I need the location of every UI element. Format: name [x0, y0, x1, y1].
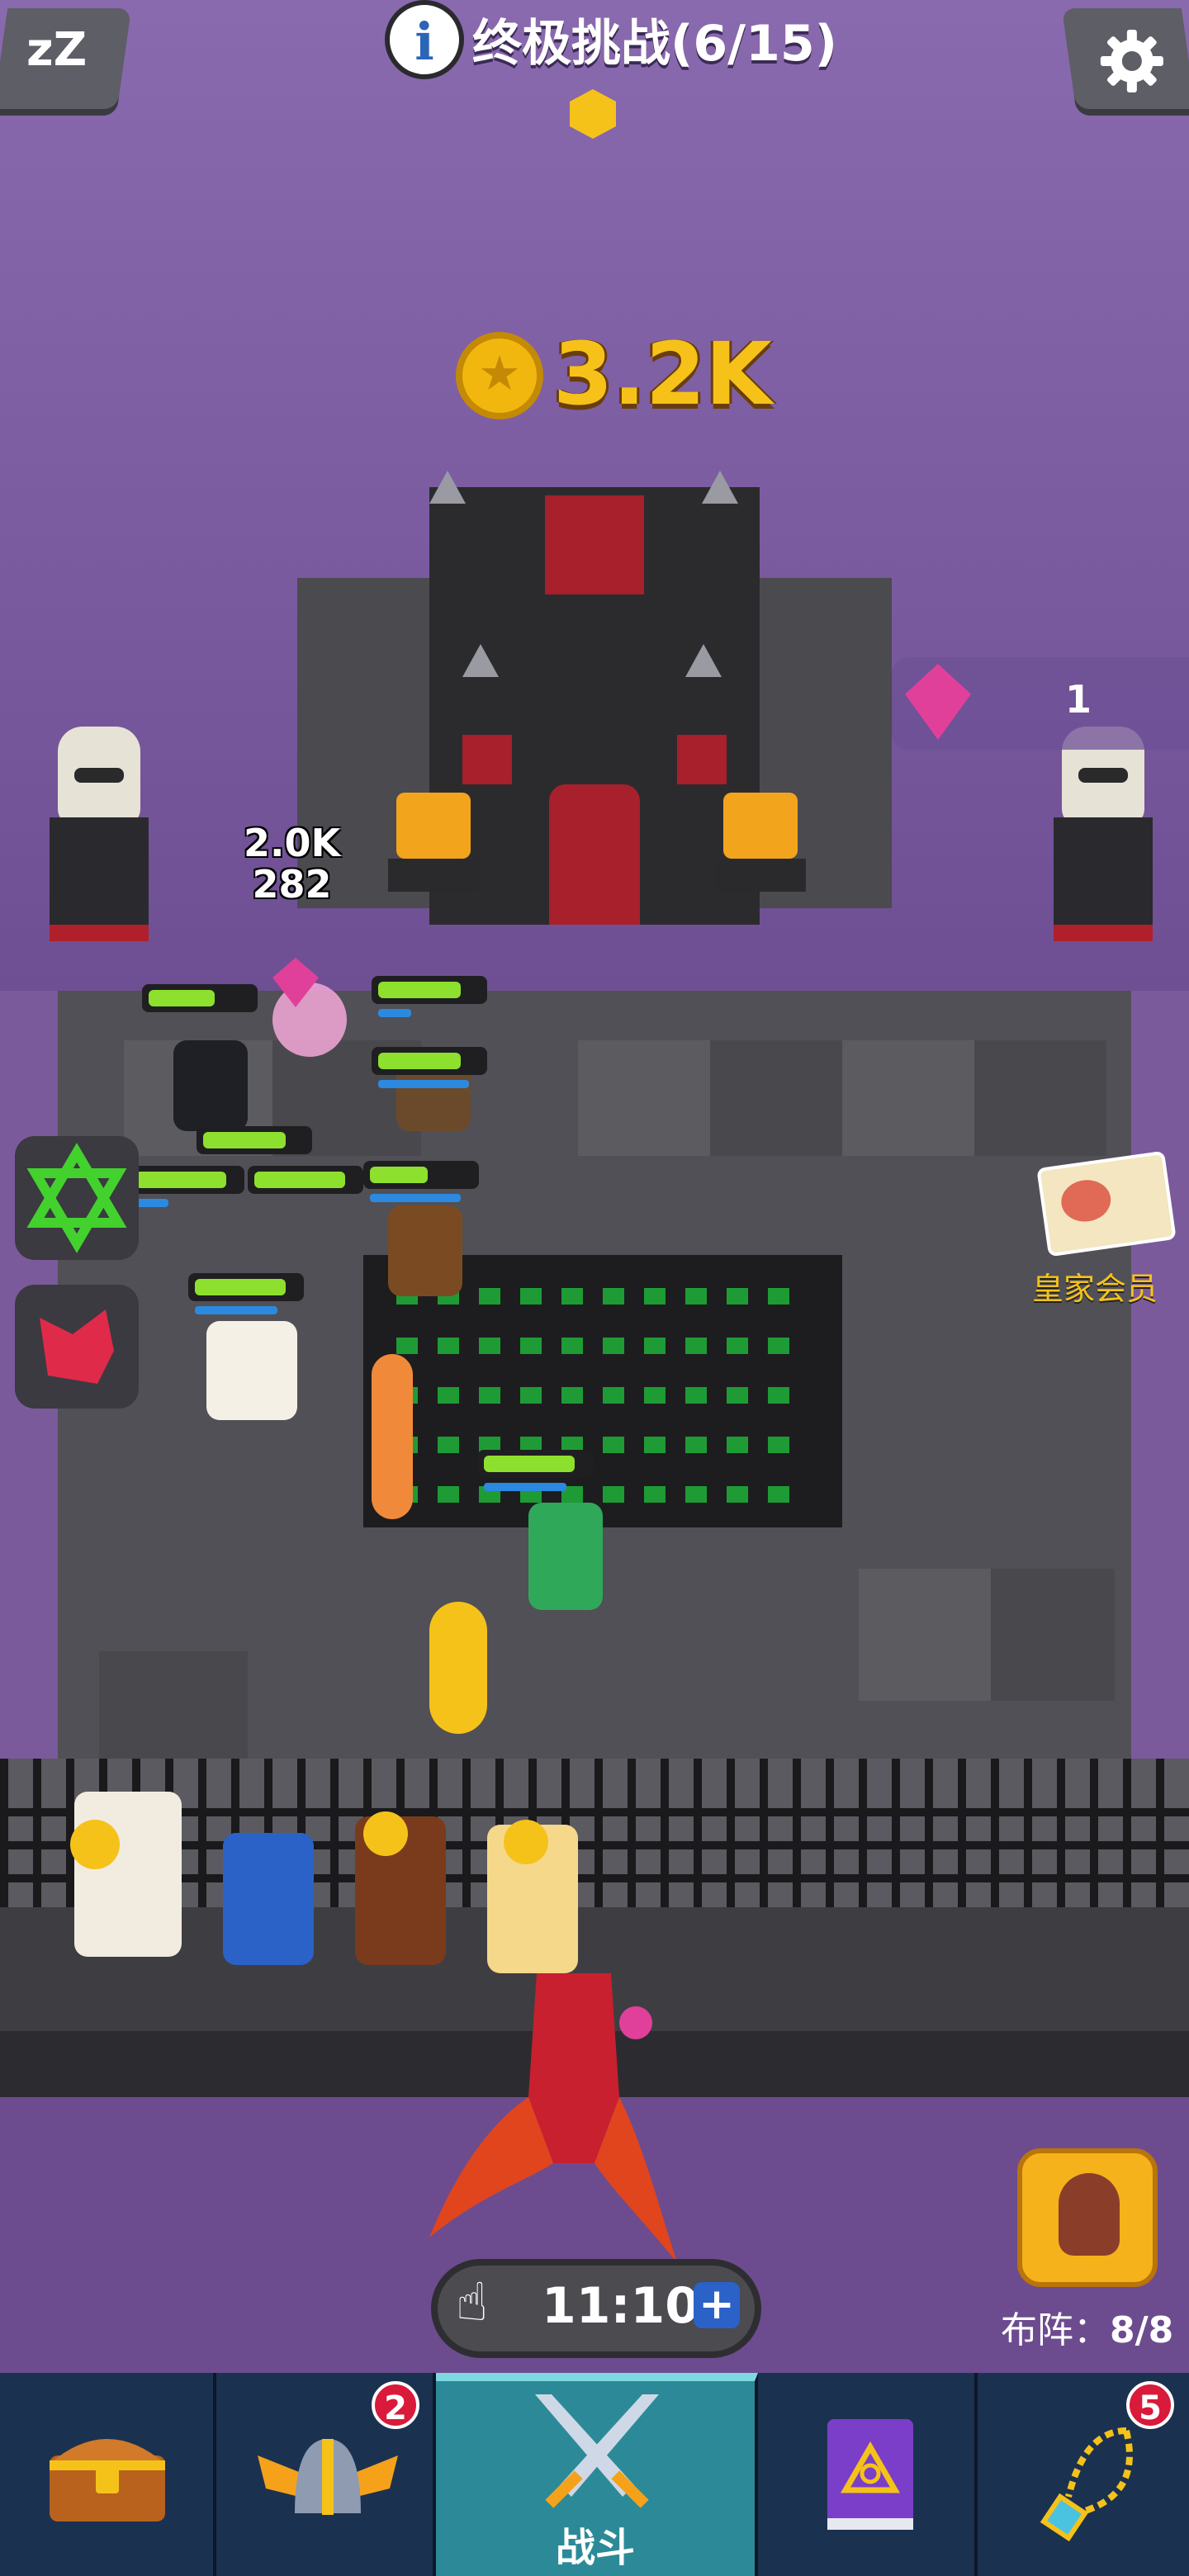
gate-spike — [702, 471, 738, 504]
hero-archer — [388, 1205, 462, 1296]
gate-spike — [685, 644, 722, 677]
health-bar — [129, 1166, 244, 1207]
damage-popup: 2.0K 282 — [244, 821, 341, 907]
tab-heroes[interactable]: 2 — [216, 2373, 436, 2576]
hero-white-knight — [206, 1321, 297, 1420]
health-bar — [372, 1047, 487, 1088]
coin-drop — [70, 1820, 120, 1869]
winged-helmet-icon — [258, 2439, 398, 2515]
info-icon[interactable]: i — [385, 0, 464, 79]
challenge-title: 终极挑战(6/15) — [472, 15, 838, 73]
formation-button[interactable] — [1017, 2148, 1158, 2287]
gem-count: 1 — [1065, 677, 1092, 722]
royal-member-label[interactable]: 皇家会员 — [1032, 1263, 1158, 1309]
coin-drop — [504, 1820, 548, 1864]
dungeon-gate — [429, 487, 760, 925]
tap-hand-icon: ☝ — [456, 2272, 488, 2333]
heroes-badge: 2 — [372, 2381, 419, 2429]
tab-spellbook[interactable] — [758, 2373, 978, 2576]
settings-button[interactable] — [1061, 8, 1189, 116]
health-bar — [248, 1166, 363, 1194]
hero-dark-mage — [173, 1040, 248, 1131]
brazier-right — [715, 793, 806, 892]
fire-trail — [372, 1354, 413, 1519]
red-dragon — [429, 1965, 702, 2262]
skull-pillar-right — [1054, 727, 1153, 941]
tab-amulet[interactable]: 5 — [978, 2373, 1189, 2576]
amulet-icon — [1040, 2427, 1133, 2542]
crossed-swords-icon — [535, 2394, 659, 2508]
magic-burst — [272, 983, 347, 1057]
enemy-green-creature — [528, 1503, 603, 1610]
gold-coin-icon — [456, 332, 543, 419]
fire-trail — [429, 1602, 487, 1734]
hero-kratos[interactable] — [74, 1792, 182, 1957]
health-bar — [363, 1161, 479, 1202]
bottom-nav: 2 战斗 5 — [0, 2373, 1189, 2576]
royal-member-card[interactable] — [1036, 1150, 1177, 1257]
treasure-chest-icon — [50, 2439, 165, 2522]
hexagram-skill-button[interactable] — [15, 1136, 139, 1260]
spellbook-icon — [827, 2419, 913, 2530]
brazier-left — [388, 793, 479, 892]
formation-label: 布阵：8/8 — [1001, 2309, 1174, 2351]
tab-chest[interactable] — [0, 2373, 216, 2576]
hero-blue-warrior[interactable] — [223, 1833, 314, 1965]
timer-value: 11:10 — [542, 2277, 699, 2335]
gate-spike — [429, 471, 466, 504]
health-bar — [372, 976, 487, 1017]
sleep-icon: zZ — [26, 23, 88, 77]
timer-plus-button[interactable]: + — [694, 2282, 740, 2328]
sleep-button[interactable]: zZ — [0, 8, 132, 116]
swoop-skill-button[interactable] — [15, 1285, 139, 1409]
health-bar — [477, 1450, 593, 1491]
coin-total: 3.2K — [553, 324, 772, 424]
skull-pillar-left — [50, 727, 149, 941]
health-bar — [197, 1126, 312, 1154]
gate-spike — [462, 644, 499, 677]
coin-drop — [363, 1811, 408, 1856]
health-bar — [188, 1273, 304, 1314]
arrow-swoop-icon — [40, 1309, 114, 1384]
hexagram-icon — [26, 1143, 127, 1253]
gear-icon — [1100, 30, 1163, 92]
amulet-badge: 5 — [1126, 2381, 1174, 2429]
health-bar — [142, 984, 258, 1012]
tab-battle[interactable]: 战斗 — [436, 2373, 758, 2576]
